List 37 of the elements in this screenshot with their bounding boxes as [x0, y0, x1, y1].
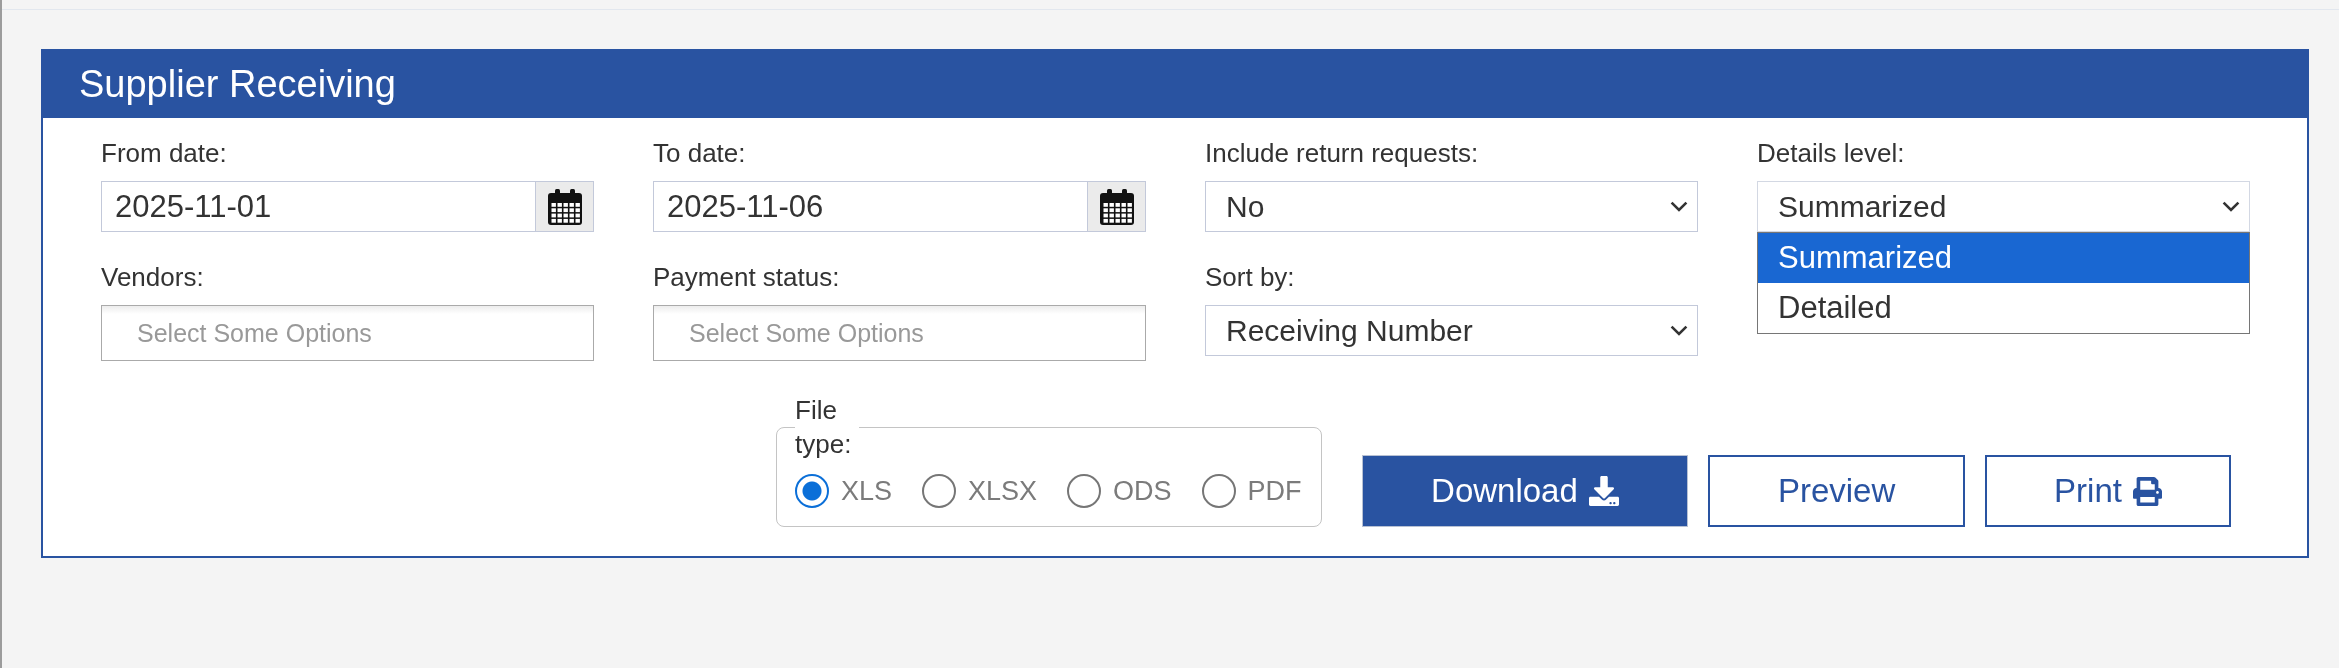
date-input[interactable]: 2025-11-06	[653, 181, 1087, 232]
radio-label[interactable]: XLSX	[968, 474, 1038, 508]
field-label: From date:	[101, 138, 227, 168]
calendar-button[interactable]	[1087, 181, 1146, 232]
download-button[interactable]: Download	[1361, 455, 1689, 527]
field-label: Include return requests:	[1205, 138, 1479, 168]
radio-button[interactable]	[795, 474, 829, 508]
radio-label[interactable]: ODS	[1113, 474, 1172, 508]
chevron-down-icon	[2222, 201, 2240, 212]
print-button[interactable]: Print	[1985, 455, 2231, 527]
calendar-icon	[1099, 188, 1134, 225]
chevron-down-icon	[1670, 201, 1688, 212]
chevron-down-icon	[1670, 325, 1688, 336]
field-label: Payment status:	[653, 262, 840, 292]
radio-button[interactable]	[1201, 474, 1236, 508]
dropdown-select[interactable]: No	[1205, 181, 1698, 232]
calendar-icon	[547, 188, 582, 225]
radio-button[interactable]	[922, 474, 957, 508]
panel-title: Supplier Receiving	[79, 63, 396, 106]
dropdown-option[interactable]: Summarized	[1758, 233, 2249, 283]
dropdown-select[interactable]: Summarized	[1757, 181, 2250, 232]
download-icon	[1588, 476, 1619, 506]
radio-label[interactable]: PDF	[1247, 474, 1302, 508]
field-label: Sort by:	[1205, 262, 1295, 292]
calendar-button[interactable]	[535, 181, 594, 232]
radio-button[interactable]	[1067, 474, 1102, 508]
radio-label[interactable]: XLS	[841, 474, 893, 508]
field-label: Details level:	[1757, 138, 1905, 168]
printer-icon	[2132, 476, 2162, 506]
file-type-legend: File type:	[795, 393, 860, 461]
date-input[interactable]: 2025-11-01	[101, 181, 535, 232]
field-label: Vendors:	[101, 262, 204, 292]
multi-select-field[interactable]: Select Some Options	[101, 305, 594, 361]
field-label: To date:	[653, 138, 746, 168]
preview-button[interactable]: Preview	[1708, 455, 1965, 527]
dropdown-select[interactable]: Receiving Number	[1205, 305, 1698, 356]
multi-select-field[interactable]: Select Some Options	[653, 305, 1146, 361]
